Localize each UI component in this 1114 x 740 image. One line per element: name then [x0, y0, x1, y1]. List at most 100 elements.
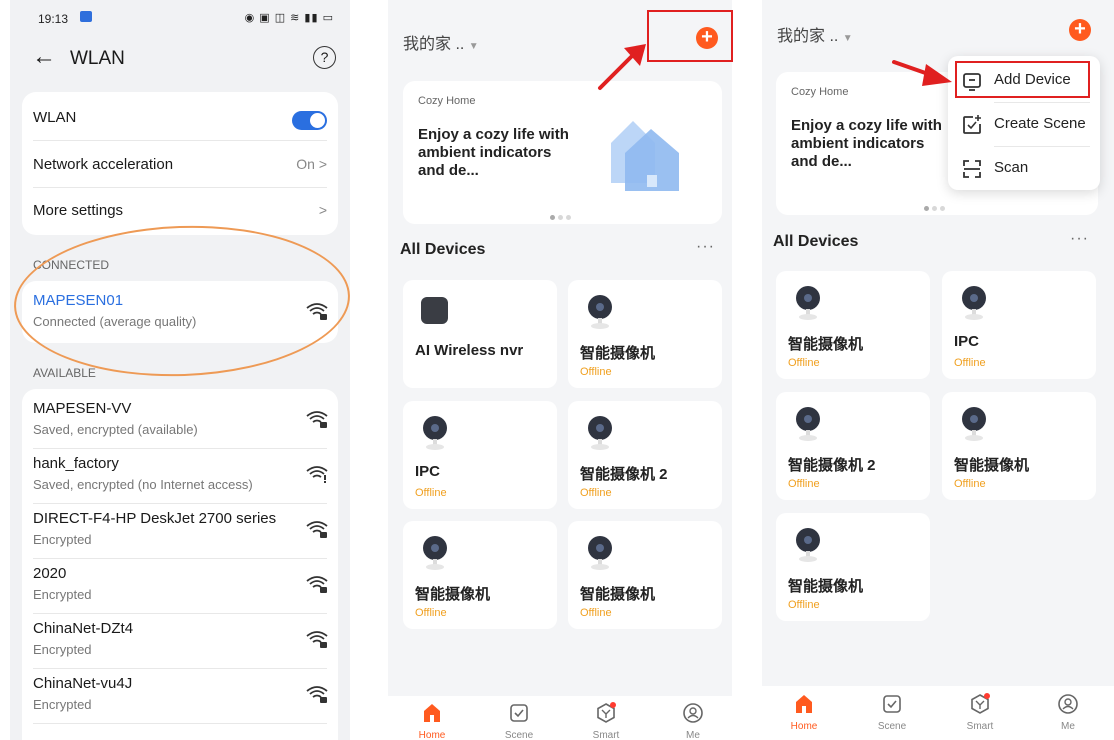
network-acceleration-label: Network acceleration [33, 156, 174, 173]
camera-icon [588, 416, 612, 450]
wifi-warning-icon [306, 466, 328, 483]
device-status: Offline [580, 366, 612, 378]
profile-icon [683, 703, 703, 723]
more-settings-label: More settings [33, 202, 124, 219]
device-status: Offline [415, 487, 447, 499]
device-card[interactable]: 智能摄像机 Offline [776, 271, 930, 379]
nvr-icon [421, 297, 448, 324]
device-name: 智能摄像机 [954, 457, 1030, 474]
add-button[interactable]: + [1069, 19, 1091, 41]
scene-icon [883, 695, 901, 713]
highlight-box [955, 61, 1090, 98]
system-status-icons: ◉ ▣ ◫ ≋ ▮▮ ▭ [244, 12, 334, 24]
section-title: All Devices [773, 233, 859, 250]
network-acceleration-row[interactable]: Network acceleration On > [22, 141, 338, 187]
annotation-arrow-icon [598, 44, 646, 90]
menu-item-label: Scan [994, 159, 1029, 176]
banner-card[interactable]: Cozy Home Enjoy a cozy life with ambient… [403, 81, 722, 224]
device-card[interactable]: 智能摄像机 2 Offline [776, 392, 930, 500]
list-item[interactable]: ChinaNet-DZt4 Encrypted [22, 613, 338, 668]
home-selector[interactable]: 我的家 .. ▼ [403, 30, 479, 54]
list-item[interactable]: DIRECT-F4-HP DeskJet 2700 series Encrypt… [22, 503, 338, 558]
list-item[interactable]: 2020 Encrypted [22, 558, 338, 613]
smart-icon [597, 702, 616, 723]
tab-home[interactable]: Home [774, 693, 834, 733]
banner-title: Enjoy a cozy life with ambient indicator… [791, 117, 942, 170]
chevron-right-icon: > [318, 202, 327, 218]
device-name: IPC [415, 463, 441, 480]
wlan-toggle[interactable] [292, 111, 327, 130]
annotation-circle [11, 220, 350, 382]
smart-icon [971, 693, 990, 714]
wlan-toggle-row[interactable]: WLAN [22, 94, 338, 140]
device-card[interactable]: IPC Offline [403, 401, 557, 509]
network-name: MAPESEN-VV [33, 400, 132, 417]
wlan-header: ← WLAN ? [10, 36, 350, 82]
available-networks-card: MAPESEN-VV Saved, encrypted (available) … [22, 389, 338, 740]
more-options-icon[interactable]: ··· [1070, 230, 1089, 248]
device-card[interactable]: IPC Offline [942, 271, 1096, 379]
home-selector[interactable]: 我的家 .. ▼ [777, 22, 853, 46]
back-arrow-icon[interactable]: ← [32, 44, 56, 70]
tab-me[interactable]: Me [1038, 693, 1098, 733]
carousel-dots [924, 198, 948, 216]
device-status: Offline [580, 607, 612, 619]
wlan-screen: 19:13 ◉ ▣ ◫ ≋ ▮▮ ▭ ← WLAN ? WLAN Network… [10, 0, 350, 740]
create-scene-icon [963, 115, 981, 134]
tab-home[interactable]: Home [402, 702, 462, 740]
device-card[interactable]: 智能摄像机 Offline [568, 521, 722, 629]
device-status: Offline [415, 607, 447, 619]
wifi-lock-icon [306, 521, 328, 538]
wifi-lock-icon [306, 576, 328, 593]
device-card[interactable]: AI Wireless nvr [403, 280, 557, 388]
device-card[interactable]: 智能摄像机 Offline [776, 513, 930, 621]
network-acceleration-value: On > [296, 156, 327, 172]
network-status: Encrypted [33, 697, 92, 712]
list-item[interactable]: ChinaNet-vu4J Encrypted [22, 668, 338, 723]
help-icon[interactable]: ? [313, 46, 336, 69]
menu-item-scan[interactable]: Scan [948, 146, 1100, 190]
device-card[interactable]: 智能摄像机 Offline [942, 392, 1096, 500]
camera-icon [796, 407, 820, 441]
notification-icon [80, 11, 92, 22]
device-card[interactable]: 智能摄像机 Offline [403, 521, 557, 629]
device-status: Offline [580, 487, 612, 499]
available-header: AVAILABLE [33, 366, 96, 380]
wifi-lock-icon [306, 411, 328, 428]
device-card[interactable]: 智能摄像机 Offline [568, 280, 722, 388]
more-options-icon[interactable]: ··· [696, 238, 715, 256]
status-bar: 19:13 ◉ ▣ ◫ ≋ ▮▮ ▭ [10, 0, 350, 36]
network-status: Saved, encrypted (available) [33, 422, 198, 437]
device-name: 智能摄像机 [580, 586, 656, 603]
page-title: WLAN [70, 48, 125, 69]
wifi-lock-icon [306, 631, 328, 648]
list-item[interactable]: hank_factory Saved, encrypted (no Intern… [22, 448, 338, 503]
tab-scene[interactable]: Scene [862, 693, 922, 733]
wifi-lock-icon [306, 686, 328, 703]
camera-icon [962, 286, 986, 320]
device-status: Offline [788, 357, 820, 369]
home-icon [796, 695, 812, 713]
device-name: 智能摄像机 [788, 336, 864, 353]
profile-icon [1058, 694, 1078, 714]
device-card[interactable]: 智能摄像机 2 Offline [568, 401, 722, 509]
banner-label: Cozy Home [791, 86, 849, 98]
network-name: ChinaNet-vu4J [33, 675, 133, 692]
list-item[interactable]: MAPESEN-VV Saved, encrypted (available) [22, 393, 338, 448]
banner-label: Cozy Home [418, 95, 476, 107]
tab-scene[interactable]: Scene [489, 702, 549, 740]
network-status: Saved, encrypted (no Internet access) [33, 477, 253, 492]
tab-me[interactable]: Me [663, 702, 723, 740]
network-status: Encrypted [33, 587, 92, 602]
device-name: IPC [954, 333, 980, 350]
device-name: 智能摄像机 2 [580, 466, 668, 483]
tab-smart[interactable]: Smart [576, 702, 636, 740]
scan-icon [963, 160, 981, 178]
bottom-tab-bar: Home Scene Smart Me [388, 696, 732, 740]
network-name: DIRECT-F4-HP DeskJet 2700 series [33, 510, 277, 527]
app-home-screen: 我的家 .. ▼ + Cozy Home Enjoy a cozy life w… [388, 0, 732, 740]
menu-item-create-scene[interactable]: Create Scene [948, 102, 1100, 146]
tab-smart[interactable]: Smart [950, 693, 1010, 733]
camera-icon [588, 295, 612, 329]
network-name: 2020 [33, 565, 67, 582]
